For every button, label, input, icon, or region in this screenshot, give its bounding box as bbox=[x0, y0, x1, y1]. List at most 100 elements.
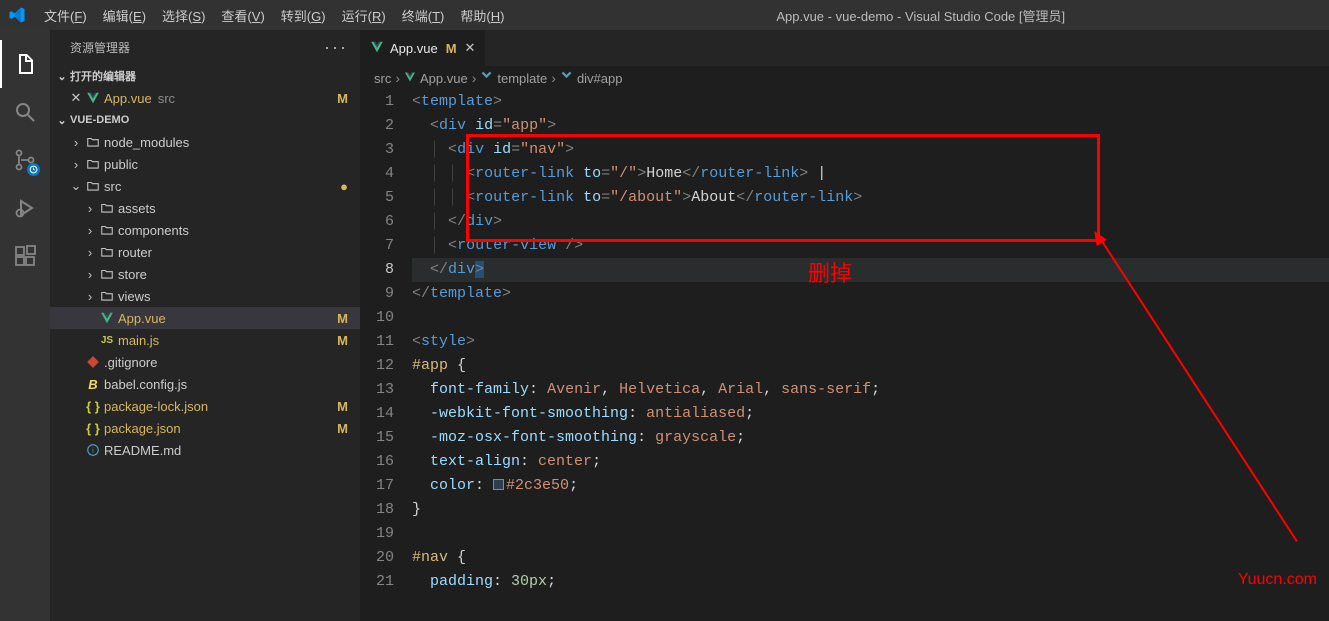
chevron-right-icon: › bbox=[395, 70, 400, 86]
activity-extensions[interactable] bbox=[0, 232, 50, 280]
menu-bar: 文件(F) 编辑(E) 选择(S) 查看(V) 转到(G) 运行(R) 终端(T… bbox=[36, 2, 512, 29]
tab-git-status: M bbox=[446, 41, 457, 56]
sidebar: 资源管理器 ··· ⌄ 打开的编辑器 ✕ App.vue src M ⌄ VUE… bbox=[50, 30, 360, 621]
symbol-icon bbox=[560, 70, 573, 86]
tab-app-vue[interactable]: App.vue M ✕ bbox=[360, 30, 486, 66]
editor-area: App.vue M ✕ src › App.vue › template › d… bbox=[360, 30, 1329, 621]
open-editor-item[interactable]: ✕ App.vue src M bbox=[50, 87, 360, 109]
tree-item[interactable]: App.vueM bbox=[50, 307, 360, 329]
tree-item[interactable]: › router bbox=[50, 241, 360, 263]
tree-item[interactable]: ›views bbox=[50, 285, 360, 307]
chevron-right-icon: › bbox=[472, 70, 477, 86]
color-swatch[interactable] bbox=[493, 479, 504, 490]
breadcrumb-label: template bbox=[497, 71, 547, 86]
files-icon bbox=[14, 52, 38, 76]
tree-item-label: .gitignore bbox=[104, 355, 157, 370]
breadcrumbs[interactable]: src › App.vue › template › div#app bbox=[360, 66, 1329, 90]
search-icon bbox=[13, 100, 37, 124]
tree-item[interactable]: { }package.jsonM bbox=[50, 417, 360, 439]
breadcrumb-item[interactable]: App.vue bbox=[404, 71, 468, 86]
activity-debug[interactable] bbox=[0, 184, 50, 232]
chevron-icon: › bbox=[68, 157, 84, 172]
sidebar-header: 资源管理器 ··· bbox=[50, 30, 360, 65]
tree-item-label: store bbox=[118, 267, 147, 282]
menu-edit[interactable]: 编辑(E) bbox=[95, 2, 154, 29]
open-editors-section[interactable]: ⌄ 打开的编辑器 bbox=[50, 65, 360, 87]
tree-item-label: node_modules bbox=[104, 135, 189, 150]
tree-item[interactable]: ⌄src● bbox=[50, 175, 360, 197]
activity-search[interactable] bbox=[0, 88, 50, 136]
open-editors-label: 打开的编辑器 bbox=[70, 68, 136, 84]
code-editor[interactable]: 1234 5678 9101112 13141516 17181920 21 <… bbox=[360, 90, 1329, 621]
tree-item[interactable]: ›public bbox=[50, 153, 360, 175]
window-title: App.vue - vue-demo - Visual Studio Code … bbox=[512, 6, 1329, 25]
vue-file-icon bbox=[370, 40, 384, 57]
close-icon[interactable]: ✕ bbox=[465, 40, 476, 56]
tree-item[interactable]: ›store bbox=[50, 263, 360, 285]
tree-item[interactable]: › components bbox=[50, 219, 360, 241]
chevron-right-icon: › bbox=[551, 70, 556, 86]
menu-run[interactable]: 运行(R) bbox=[334, 2, 394, 29]
tree-item-label: App.vue bbox=[118, 311, 166, 326]
menu-view[interactable]: 查看(V) bbox=[213, 2, 272, 29]
activity-explorer[interactable] bbox=[0, 40, 50, 88]
git-status: M bbox=[337, 421, 348, 436]
tree-item-label: views bbox=[118, 289, 151, 304]
menu-selection[interactable]: 选择(S) bbox=[154, 2, 213, 29]
tree-item-label: router bbox=[118, 245, 152, 260]
menu-go[interactable]: 转到(G) bbox=[273, 2, 334, 29]
file-tree: ›node_modules›public⌄src●›assets›compone… bbox=[50, 131, 360, 461]
tree-item-label: README.md bbox=[104, 443, 181, 458]
chevron-down-icon: ⌄ bbox=[54, 114, 70, 127]
more-icon[interactable]: ··· bbox=[324, 37, 348, 58]
symbol-icon bbox=[480, 70, 493, 86]
chevron-icon: › bbox=[82, 201, 98, 216]
vue-icon bbox=[98, 311, 116, 325]
git-status: M bbox=[337, 333, 348, 348]
breadcrumb-item[interactable]: div#app bbox=[560, 70, 623, 86]
code-content[interactable]: <template> <div id="app"> │ <div id="nav… bbox=[412, 90, 1329, 621]
close-icon[interactable]: ✕ bbox=[68, 90, 84, 106]
tree-item-label: main.js bbox=[118, 333, 159, 348]
git-icon bbox=[84, 355, 102, 369]
title-bar: 文件(F) 编辑(E) 选择(S) 查看(V) 转到(G) 运行(R) 终端(T… bbox=[0, 0, 1329, 30]
extensions-icon bbox=[13, 244, 37, 268]
tree-item-label: src bbox=[104, 179, 121, 194]
project-section[interactable]: ⌄ VUE-DEMO bbox=[50, 109, 360, 131]
tree-item[interactable]: JSmain.js M bbox=[50, 329, 360, 351]
chevron-icon: › bbox=[82, 223, 98, 238]
folder-icon bbox=[98, 223, 116, 237]
menu-terminal[interactable]: 终端(T) bbox=[394, 2, 453, 29]
tree-item[interactable]: { }package-lock.jsonM bbox=[50, 395, 360, 417]
tree-item[interactable]: iREADME.md bbox=[50, 439, 360, 461]
folder-icon bbox=[98, 245, 116, 259]
line-numbers: 1234 5678 9101112 13141516 17181920 21 bbox=[360, 90, 412, 621]
vue-file-icon bbox=[84, 91, 102, 105]
menu-help[interactable]: 帮助(H) bbox=[452, 2, 512, 29]
tree-item[interactable]: ›node_modules bbox=[50, 131, 360, 153]
tree-item[interactable]: .gitignore bbox=[50, 351, 360, 373]
open-editor-name: App.vue bbox=[104, 91, 152, 106]
breadcrumb-item[interactable]: template bbox=[480, 70, 547, 86]
project-label: VUE-DEMO bbox=[70, 114, 129, 126]
chevron-icon: › bbox=[82, 245, 98, 260]
js-icon: JS bbox=[98, 335, 116, 346]
vue-file-icon bbox=[404, 71, 416, 86]
activity-scm[interactable] bbox=[0, 136, 50, 184]
folder-icon bbox=[84, 157, 102, 171]
tree-item[interactable]: ›assets bbox=[50, 197, 360, 219]
tree-item-label: babel.config.js bbox=[104, 377, 187, 392]
menu-file[interactable]: 文件(F) bbox=[36, 2, 95, 29]
tree-item-label: components bbox=[118, 223, 189, 238]
git-dot: ● bbox=[340, 179, 348, 194]
watermark: Yuucn.com bbox=[1238, 571, 1317, 589]
breadcrumb-item[interactable]: src bbox=[374, 71, 391, 86]
tree-item[interactable]: Bbabel.config.js bbox=[50, 373, 360, 395]
readme-icon: i bbox=[84, 443, 102, 457]
folder-icon bbox=[84, 135, 102, 149]
git-status: M bbox=[337, 91, 348, 106]
debug-icon bbox=[13, 196, 37, 220]
breadcrumb-label: div#app bbox=[577, 71, 623, 86]
babel-icon: B bbox=[84, 377, 102, 392]
folder-icon bbox=[98, 267, 116, 281]
